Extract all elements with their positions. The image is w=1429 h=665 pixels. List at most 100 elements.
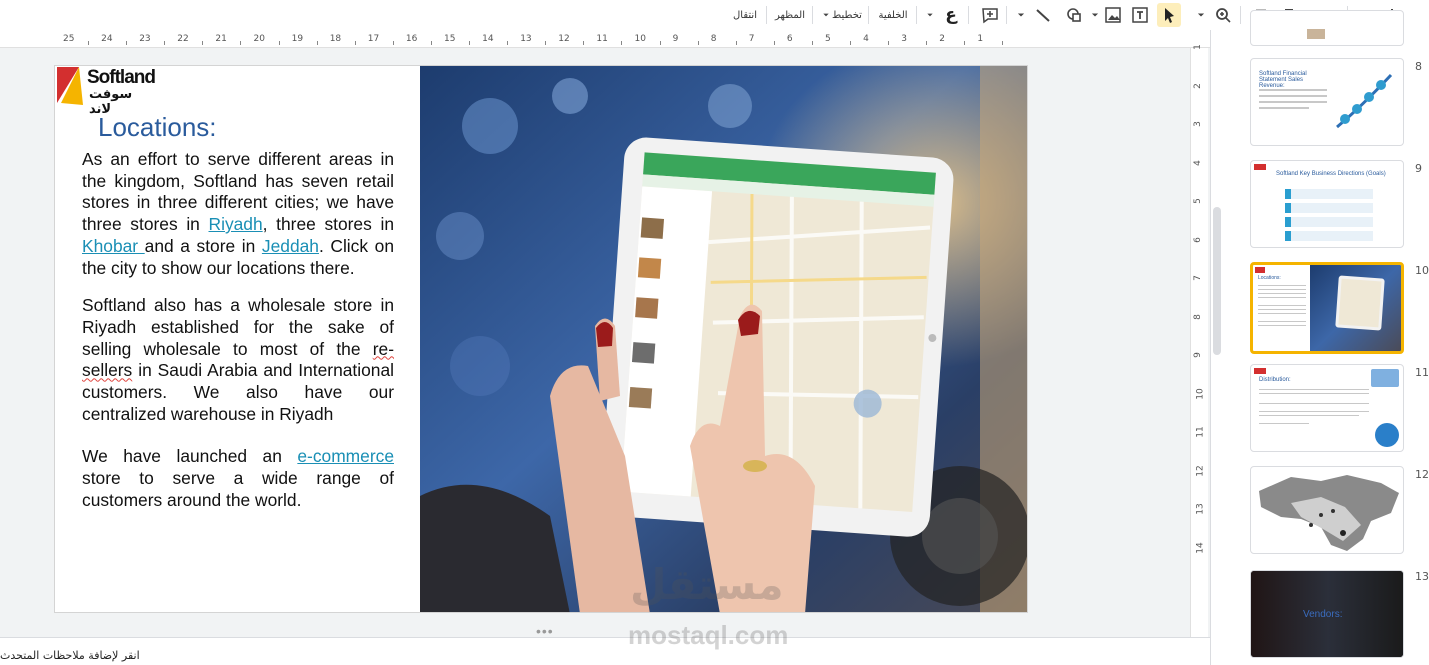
slide-thumbnail-10-selected[interactable]: Locations: [1250,262,1404,354]
ruler-tick [926,41,928,45]
thumbnail-number: 12 [1415,468,1429,481]
layout-button[interactable]: تخطيط [830,3,864,27]
slide-thumbnail-11[interactable]: Distribution: [1250,364,1404,452]
image-icon[interactable] [1102,3,1124,27]
font-dropdown-icon[interactable] [924,3,936,27]
thumbnail-number: 9 [1415,162,1422,175]
logo-text: Softland [87,67,156,88]
ruler-tick [964,41,966,45]
ruler-label: 13 [520,34,532,44]
vruler-label: 4 [1192,159,1203,166]
speaker-notes-placeholder[interactable]: انقر لإضافة ملاحظات المتحدث [0,649,140,662]
shape-dropdown-icon[interactable] [1088,3,1102,27]
slide-thumbnail-8[interactable]: Softland Financial Statement Sales Reven… [1250,58,1404,146]
ruler-tick [735,41,737,45]
ruler-label: 8 [710,34,717,44]
thumbnail-title: Softland Key Business Directions (Goals) [1276,171,1386,177]
slide-thumbnail-13[interactable]: Vendors: [1250,570,1404,658]
slide-body-text[interactable]: As an effort to serve different areas in… [82,149,394,512]
ruler-tick [354,41,356,45]
ruler-label: 9 [672,34,679,44]
ruler-tick [507,41,509,45]
zoom-icon[interactable] [1212,3,1234,27]
vruler-label: 7 [1192,275,1203,281]
tablet-map-photo[interactable] [420,66,1027,612]
layout-dropdown-icon[interactable] [820,3,832,27]
slides-editor: ع الخلفية تخطيط المظهر انتقال 25 24 23 22 21… [0,0,1429,665]
toolbar: ع الخلفية تخطيط المظهر انتقال [0,0,1429,30]
vruler-label: 3 [1192,121,1203,127]
growth-arrow-icon [1336,73,1393,129]
vruler-label: 2 [1192,82,1203,89]
transition-button[interactable]: انتقال [728,3,762,27]
body-text: Softland also has a wholesale store in R… [82,295,394,359]
ruler-label: 15 [444,34,456,44]
ruler-label: 23 [139,34,151,44]
vruler-label: 14 [1195,541,1206,554]
ruler-tick [430,41,432,45]
ruler-tick [392,41,394,45]
ruler-label: 7 [748,34,755,44]
ruler-label: 14 [482,34,494,44]
ruler-tick [202,41,204,45]
select-icon[interactable] [1157,3,1181,27]
shape-icon[interactable] [1062,3,1086,27]
ruler-tick [164,41,166,45]
ruler-tick [545,41,547,45]
ruler-tick [469,41,470,45]
zoom-dropdown-icon[interactable] [1194,3,1208,27]
theme-button[interactable]: المظهر [772,3,808,27]
thumbnail-title: Locations: [1258,275,1281,281]
mostaql-watermark: مستقل mostaql.com [600,560,820,655]
ruler-label: 17 [367,34,380,44]
riyadh-link[interactable]: Riyadh [209,214,263,234]
ruler-label: 24 [101,34,113,44]
ruler-tick [773,41,775,45]
middle-east-map-icon [1259,475,1399,551]
vruler-label: 12 [1195,464,1206,477]
filmstrip-scrollbar[interactable] [1213,207,1221,355]
khobar-link[interactable]: Khobar [82,236,145,256]
slide-canvas[interactable]: Softland سوفت لاند Locations: As an effo… [54,65,1028,613]
ruler-label: 2 [939,34,946,44]
ruler-tick [316,41,318,45]
thumbnail-number: 13 [1415,570,1429,583]
horizontal-ruler: 25 24 23 22 21 20 19 18 17 16 15 14 13 12 11 10 9 8 7 6 5 4 3 2… [0,32,1210,48]
thumbnail-number: 8 [1415,60,1422,73]
slide-thumbnail[interactable] [1250,10,1404,46]
font-glyph-button[interactable]: ع [940,3,962,27]
slide-thumbnail-12[interactable] [1250,466,1404,554]
line-icon[interactable] [1032,3,1054,27]
ruler-tick [659,41,661,45]
vruler-label: 6 [1192,236,1203,243]
text-box-icon[interactable] [1128,3,1152,27]
ruler-tick [88,41,89,45]
thumbnail-number: 10 [1415,264,1429,277]
ruler-label: 20 [253,34,265,44]
ruler-label: 19 [291,34,304,44]
jeddah-link[interactable]: Jeddah [262,236,319,256]
comment-icon[interactable] [978,3,1002,27]
thumbnail-number: 11 [1415,366,1429,379]
ruler-tick [621,41,623,45]
line-dropdown-icon[interactable] [1014,3,1028,27]
vruler-label: 8 [1192,313,1203,320]
ruler-label: 12 [558,34,570,44]
slide-title[interactable]: Locations: [98,112,217,143]
slide-workspace: Softland سوفت لاند Locations: As an effo… [0,48,1210,637]
background-button[interactable]: الخلفية [874,3,912,27]
ruler-label: 5 [825,34,831,44]
ruler-tick [888,41,890,45]
slide-thumbnail-9[interactable]: Softland Key Business Directions (Goals) [1250,160,1404,248]
vruler-label: 1 [1192,44,1203,50]
ruler-label: 6 [786,34,793,44]
thumbnail-title: Softland Financial Statement Sales Reven… [1259,71,1307,89]
ruler-tick [583,41,585,45]
ruler-label: 16 [405,34,418,44]
ruler-label: 10 [634,34,646,44]
body-text: and a store in [144,235,262,256]
vruler-label: 9 [1192,352,1203,358]
ecommerce-link[interactable]: e-commerce [297,446,394,466]
ruler-label: 25 [63,34,75,44]
ruler-tick [126,41,128,45]
